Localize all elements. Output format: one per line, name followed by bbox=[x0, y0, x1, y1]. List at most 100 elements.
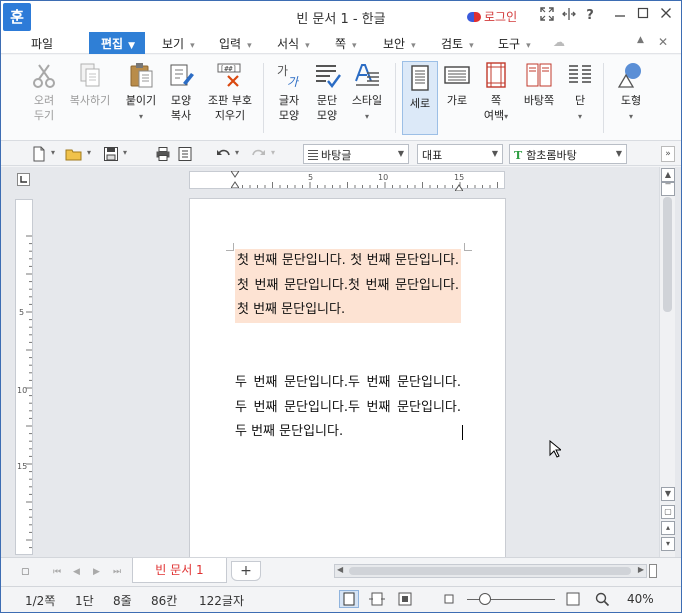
ribbon-collapse-icon[interactable]: ▲ bbox=[637, 35, 644, 45]
paragraph-2-text: 두 번째 문단입니다.두 번째 문단입니다.두 번째 문단입니다.두 번째 문단… bbox=[235, 375, 461, 439]
zoom-level[interactable]: 40% bbox=[627, 592, 654, 606]
menu-review-label: 검토 bbox=[441, 37, 464, 51]
paste-button[interactable]: 붙이기 ▾ bbox=[121, 61, 161, 124]
page-horizontal-button[interactable]: 가로 bbox=[441, 61, 473, 108]
vertical-ruler[interactable]: 5 10 15 bbox=[15, 199, 33, 555]
document-page[interactable]: 첫 번째 문단입니다. 첫 번째 문단입니다.첫 번째 문단입니다.첫 번째 문… bbox=[189, 198, 506, 568]
columns-label: 단 bbox=[574, 94, 586, 107]
scroll-up-icon[interactable]: ▲ bbox=[661, 168, 675, 182]
menu-format[interactable]: 서식 ▾ bbox=[277, 35, 310, 52]
add-tab-button[interactable]: + bbox=[231, 561, 261, 581]
full-page-button[interactable] bbox=[395, 590, 415, 608]
tab-list-icon[interactable]: ▢ bbox=[21, 567, 30, 577]
status-char-count: 122글자 bbox=[199, 594, 244, 608]
menu-page[interactable]: 쪽 ▾ bbox=[335, 35, 357, 52]
scroll-thumb[interactable] bbox=[349, 567, 631, 575]
zoom-in-icon[interactable] bbox=[563, 590, 583, 608]
menu-view[interactable]: 보기 ▾ bbox=[162, 35, 195, 52]
horizontal-scrollbar[interactable]: ◀ ▶ bbox=[334, 564, 647, 578]
login-button[interactable]: 로그인 bbox=[467, 8, 517, 25]
char-shape-button[interactable]: 가가 글자 모양 bbox=[271, 61, 307, 123]
chevron-down-icon[interactable]: ▾ bbox=[271, 148, 275, 157]
zoom-magnifier-icon[interactable] bbox=[593, 590, 613, 608]
ribbon-separator bbox=[603, 63, 604, 133]
cloud-icon[interactable]: ☁ bbox=[553, 35, 565, 49]
menu-bar: 파일 편집 ▼ 보기 ▾ 입력 ▾ 서식 ▾ 쪽 ▾ 보안 ▾ 검토 ▾ 도구 ▾ ☁ ▲ ✕ bbox=[1, 32, 681, 54]
doc-close-icon[interactable]: ✕ bbox=[658, 35, 668, 49]
status-column: 1단 bbox=[75, 594, 94, 608]
chevron-down-icon: ▼ bbox=[397, 149, 404, 158]
page-view-button[interactable] bbox=[339, 590, 359, 608]
status-bar: 1/2쪽 1단 8줄 86칸 122글자 40% bbox=[1, 586, 681, 612]
indent-marker[interactable] bbox=[230, 170, 240, 189]
undo-icon[interactable] bbox=[215, 146, 231, 162]
cut-button[interactable]: 오려 두기 bbox=[25, 61, 63, 123]
background-page-button[interactable]: 바탕쪽 bbox=[519, 61, 559, 108]
print-preview-icon[interactable] bbox=[177, 146, 193, 162]
columns-button[interactable]: 단 ▾ bbox=[565, 61, 595, 124]
close-icon[interactable] bbox=[657, 7, 675, 25]
clear-marks-button[interactable]: [##] 조판 부호 지우기 bbox=[203, 61, 257, 123]
split-handle[interactable] bbox=[649, 564, 657, 578]
chevron-down-icon[interactable]: ▾ bbox=[87, 148, 91, 157]
zoom-out-icon[interactable] bbox=[439, 590, 459, 608]
chevron-down-icon: ▾ bbox=[138, 112, 143, 121]
chevron-down-icon[interactable]: ▾ bbox=[51, 148, 55, 157]
save-icon[interactable] bbox=[103, 146, 119, 162]
split-view-icon[interactable] bbox=[560, 7, 578, 25]
ruler-label: 5 bbox=[308, 173, 314, 182]
status-page[interactable]: 1/2쪽 bbox=[25, 592, 55, 609]
style-button[interactable]: 스타일 ▾ bbox=[347, 61, 387, 124]
chevron-down-icon[interactable]: ▾ bbox=[235, 148, 239, 157]
menu-tools[interactable]: 도구 ▾ bbox=[498, 35, 531, 52]
minimize-icon[interactable] bbox=[611, 7, 629, 25]
prev-page-icon[interactable]: ▴ bbox=[661, 521, 675, 535]
next-tab-icon[interactable]: ▶ bbox=[93, 567, 100, 577]
paragraph-2[interactable]: 두 번째 문단입니다.두 번째 문단입니다.두 번째 문단입니다.두 번째 문단… bbox=[235, 371, 461, 445]
tab-document-1[interactable]: 빈 문서 1 bbox=[132, 558, 227, 583]
scroll-down-icon[interactable]: ▼ bbox=[661, 487, 675, 501]
scroll-top-icon[interactable]: ‾ bbox=[661, 182, 675, 196]
last-tab-icon[interactable]: ⏭ bbox=[113, 567, 121, 577]
menu-review[interactable]: 검토 ▾ bbox=[441, 35, 474, 52]
open-folder-icon[interactable] bbox=[65, 146, 82, 162]
clear-marks-label-2: 지우기 bbox=[214, 109, 246, 122]
right-indent-marker[interactable] bbox=[454, 180, 464, 192]
menu-edit[interactable]: 편집 ▼ bbox=[89, 32, 145, 54]
copy-button[interactable]: 복사하기 bbox=[65, 61, 115, 108]
ruler-ticks bbox=[26, 235, 32, 549]
shapes-button[interactable]: 도형 ▾ bbox=[613, 61, 649, 124]
menu-insert[interactable]: 입력 ▾ bbox=[219, 35, 252, 52]
maximize-icon[interactable] bbox=[634, 7, 652, 25]
page-vertical-button[interactable]: 세로 bbox=[402, 61, 438, 135]
language-combo[interactable]: 대표 ▼ bbox=[417, 144, 503, 164]
style-combo[interactable]: 바탕글 ▼ bbox=[303, 144, 409, 164]
fullscreen-icon[interactable] bbox=[538, 7, 556, 25]
page-margins-button[interactable]: 쪽 여백▾ bbox=[477, 61, 515, 124]
ruler-tab-selector[interactable] bbox=[17, 173, 30, 186]
print-icon[interactable] bbox=[155, 146, 171, 162]
scroll-left-icon[interactable]: ◀ bbox=[337, 565, 343, 574]
next-page-icon[interactable]: ▾ bbox=[661, 537, 675, 551]
new-document-icon[interactable] bbox=[31, 146, 47, 162]
zoom-slider-knob[interactable] bbox=[478, 593, 491, 605]
para-shape-button[interactable]: 문단 모양 bbox=[309, 61, 345, 123]
font-combo[interactable]: T 함초롬바탕 ▼ bbox=[509, 144, 627, 164]
chevron-down-icon[interactable]: ▾ bbox=[123, 148, 127, 157]
menu-file[interactable]: 파일 bbox=[31, 35, 53, 52]
paragraph-1[interactable]: 첫 번째 문단입니다. 첫 번째 문단입니다.첫 번째 문단입니다.첫 번째 문… bbox=[235, 249, 461, 323]
prev-tab-icon[interactable]: ◀ bbox=[73, 567, 80, 577]
vertical-scrollbar[interactable]: ▲ ‾ ▼ ▢ ▴ ▾ bbox=[659, 167, 675, 557]
page-view-icon[interactable]: ▢ bbox=[661, 505, 675, 519]
horizontal-ruler[interactable]: 5 10 15 bbox=[189, 170, 505, 192]
chevron-down-icon: ▾ bbox=[577, 112, 582, 121]
toolbar-overflow-icon[interactable]: » bbox=[661, 146, 675, 162]
redo-icon[interactable] bbox=[251, 146, 267, 162]
first-tab-icon[interactable]: ⏮ bbox=[53, 567, 61, 577]
shape-copy-button[interactable]: 모양 복사 bbox=[163, 61, 199, 123]
fit-width-button[interactable] bbox=[367, 590, 387, 608]
scroll-thumb[interactable] bbox=[663, 197, 672, 312]
scroll-right-icon[interactable]: ▶ bbox=[638, 565, 644, 574]
help-icon[interactable]: ? bbox=[581, 7, 599, 25]
menu-security[interactable]: 보안 ▾ bbox=[383, 35, 416, 52]
